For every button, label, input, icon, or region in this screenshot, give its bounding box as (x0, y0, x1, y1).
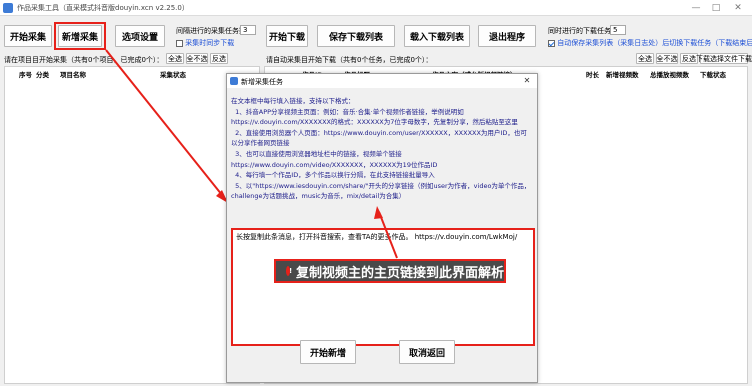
annotation-callout: 复制视频主的主页链接到此界面解析 (274, 259, 506, 283)
arrow-line-up (378, 211, 398, 259)
annotation-arrow-up (374, 206, 398, 259)
annotation-text: 复制视频主的主页链接到此界面解析 (295, 265, 504, 281)
start-add-button[interactable]: 开始新增 (300, 340, 356, 364)
arrow-head-up (374, 206, 383, 219)
alert-icon (286, 266, 292, 276)
cancel-return-button[interactable]: 取消返回 (399, 340, 455, 364)
arrow-line-top (105, 49, 227, 201)
add-collect-dialog: 新增采集任务 ✕ 在文本框中每行填入链接，支持以下格式： 1、抖音APP分享视频… (226, 73, 538, 383)
